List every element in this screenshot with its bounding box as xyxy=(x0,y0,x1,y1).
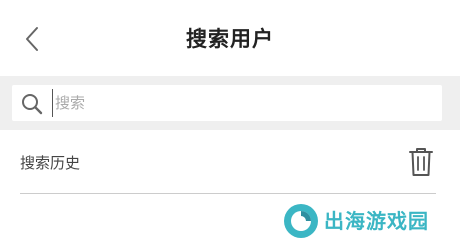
trash-icon xyxy=(409,148,433,176)
search-user-page: 搜索用户 搜索历史 出海游戏园 xyxy=(0,0,460,246)
watermark: 出海游戏园 xyxy=(282,200,458,244)
divider xyxy=(20,193,436,194)
search-history-label: 搜索历史 xyxy=(20,154,81,172)
top-nav-bar: 搜索用户 xyxy=(0,0,460,76)
watermark-text: 出海游戏园 xyxy=(324,209,429,233)
search-box[interactable] xyxy=(12,85,442,121)
search-icon xyxy=(22,94,43,115)
watermark-logo-icon xyxy=(284,204,318,238)
search-history-header: 搜索历史 xyxy=(20,140,440,188)
page-title: 搜索用户 xyxy=(186,27,274,51)
clear-history-button[interactable] xyxy=(408,146,434,178)
search-input[interactable] xyxy=(52,89,435,117)
search-bar-area xyxy=(0,76,460,130)
